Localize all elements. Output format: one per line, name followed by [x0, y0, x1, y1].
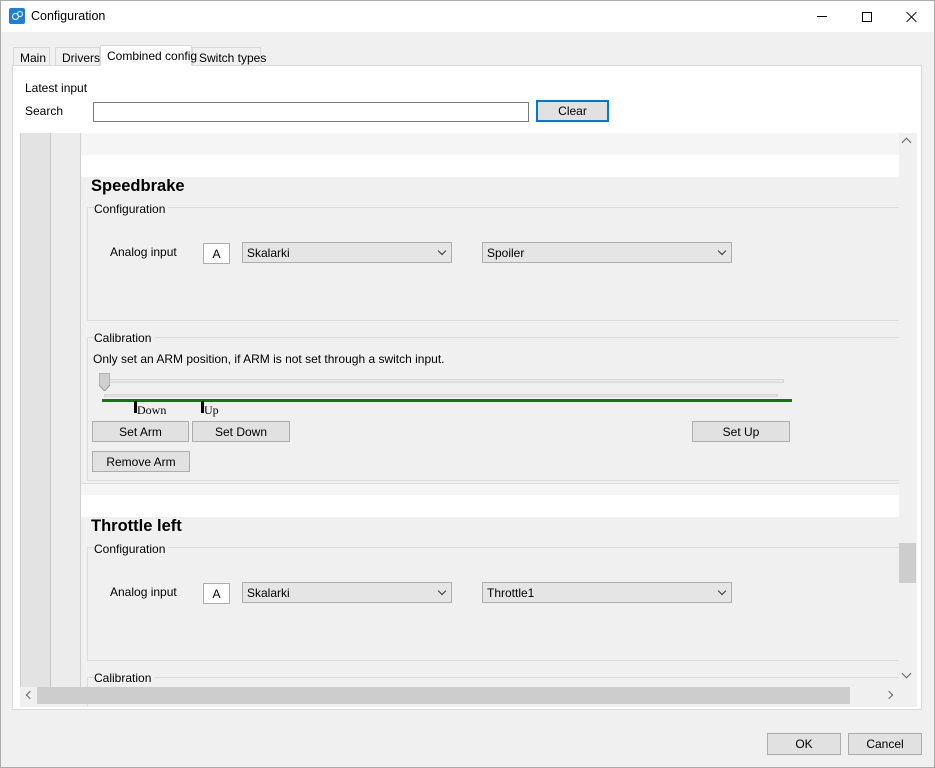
tab-combined-config[interactable]: Combined config: [100, 45, 197, 66]
throttle-left-calibration-label: Calibration: [94, 671, 155, 685]
configuration-window: Configuration Main Drivers Combined conf…: [0, 0, 935, 768]
speedbrake-configuration-label: Configuration: [94, 202, 169, 216]
scroll-up-icon[interactable]: [901, 137, 912, 148]
chevron-down-icon: [437, 586, 447, 596]
close-icon: [906, 11, 918, 23]
down-marker-label: Down: [137, 403, 167, 417]
set-down-button[interactable]: Set Down: [192, 421, 290, 442]
throttle-left-configuration-group: [87, 547, 899, 661]
combined-config-panel: Latest input Search Clear Speedbrake Con…: [12, 65, 922, 710]
cancel-button[interactable]: Cancel: [848, 733, 922, 755]
speedbrake-section-bottom: [81, 483, 899, 495]
speedbrake-calibration-slider-track[interactable]: [104, 379, 784, 383]
throttle-left-analog-input-label: Analog input: [110, 585, 177, 599]
set-up-button[interactable]: Set Up: [692, 421, 790, 442]
throttle-left-configuration-label: Configuration: [94, 542, 169, 556]
outer-indent-lane: [20, 133, 50, 689]
sections-scroll-area: Speedbrake Configuration Analog input A …: [20, 133, 917, 707]
tab-main[interactable]: Main: [13, 47, 50, 66]
maximize-button[interactable]: [844, 1, 890, 32]
set-arm-button[interactable]: Set Arm: [92, 421, 189, 442]
throttle-left-input-badge: A: [203, 583, 230, 604]
speedbrake-calibration-label: Calibration: [94, 331, 155, 345]
remove-arm-button[interactable]: Remove Arm: [92, 451, 190, 472]
maximize-icon: [862, 11, 872, 22]
close-button[interactable]: [889, 1, 934, 32]
chevron-down-icon: [717, 586, 727, 596]
vertical-scroll-thumb[interactable]: [899, 543, 916, 583]
throttle-left-device-select[interactable]: Skalarki: [242, 582, 452, 603]
window-title: Configuration: [31, 9, 106, 23]
configuration-app-icon: [9, 8, 25, 24]
search-input[interactable]: [93, 102, 529, 122]
horizontal-scrollbar[interactable]: [20, 687, 900, 704]
section-separator: [81, 155, 899, 177]
vertical-scrollbar[interactable]: [899, 133, 916, 689]
minimize-button[interactable]: [799, 1, 845, 32]
search-label: Search: [25, 104, 64, 118]
speedbrake-calibration-note: Only set an ARM position, if ARM is not …: [93, 352, 445, 366]
previous-section-tail: [81, 133, 899, 155]
throttle-left-axis-value: Throttle1: [487, 586, 535, 600]
speedbrake-device-select[interactable]: Skalarki: [242, 242, 452, 263]
speedbrake-input-badge: A: [203, 243, 230, 264]
speedbrake-axis-value: Spoiler: [487, 246, 525, 260]
speedbrake-title: Speedbrake: [91, 177, 185, 195]
speedbrake-slider-thumb[interactable]: [99, 373, 110, 391]
section-separator: [81, 495, 899, 517]
speedbrake-axis-select[interactable]: Spoiler: [482, 242, 732, 263]
tab-drivers[interactable]: Drivers: [55, 47, 100, 66]
chevron-down-icon: [717, 246, 727, 256]
horizontal-scroll-thumb[interactable]: [37, 687, 850, 704]
speedbrake-calibration-line: [102, 399, 792, 402]
up-marker-label: Up: [204, 403, 219, 417]
scroll-down-icon[interactable]: [901, 668, 912, 679]
speedbrake-analog-input-label: Analog input: [110, 245, 177, 259]
speedbrake-range-track: [104, 394, 778, 397]
throttle-left-axis-select[interactable]: Throttle1: [482, 582, 732, 603]
tab-switch-types[interactable]: Switch types: [192, 47, 266, 66]
ok-button[interactable]: OK: [767, 733, 841, 755]
scroll-right-icon[interactable]: [884, 690, 894, 700]
latest-input-label: Latest input: [25, 81, 88, 95]
scroll-left-icon[interactable]: [25, 690, 35, 700]
clear-button[interactable]: Clear: [536, 100, 609, 122]
minimize-icon: [817, 16, 827, 17]
title-bar: Configuration: [1, 1, 934, 32]
speedbrake-device-value: Skalarki: [247, 246, 290, 260]
chevron-down-icon: [437, 246, 447, 256]
throttle-left-title: Throttle left: [91, 517, 182, 535]
speedbrake-configuration-group: [87, 207, 899, 321]
inner-indent-lane: [50, 133, 81, 689]
throttle-left-device-value: Skalarki: [247, 586, 290, 600]
